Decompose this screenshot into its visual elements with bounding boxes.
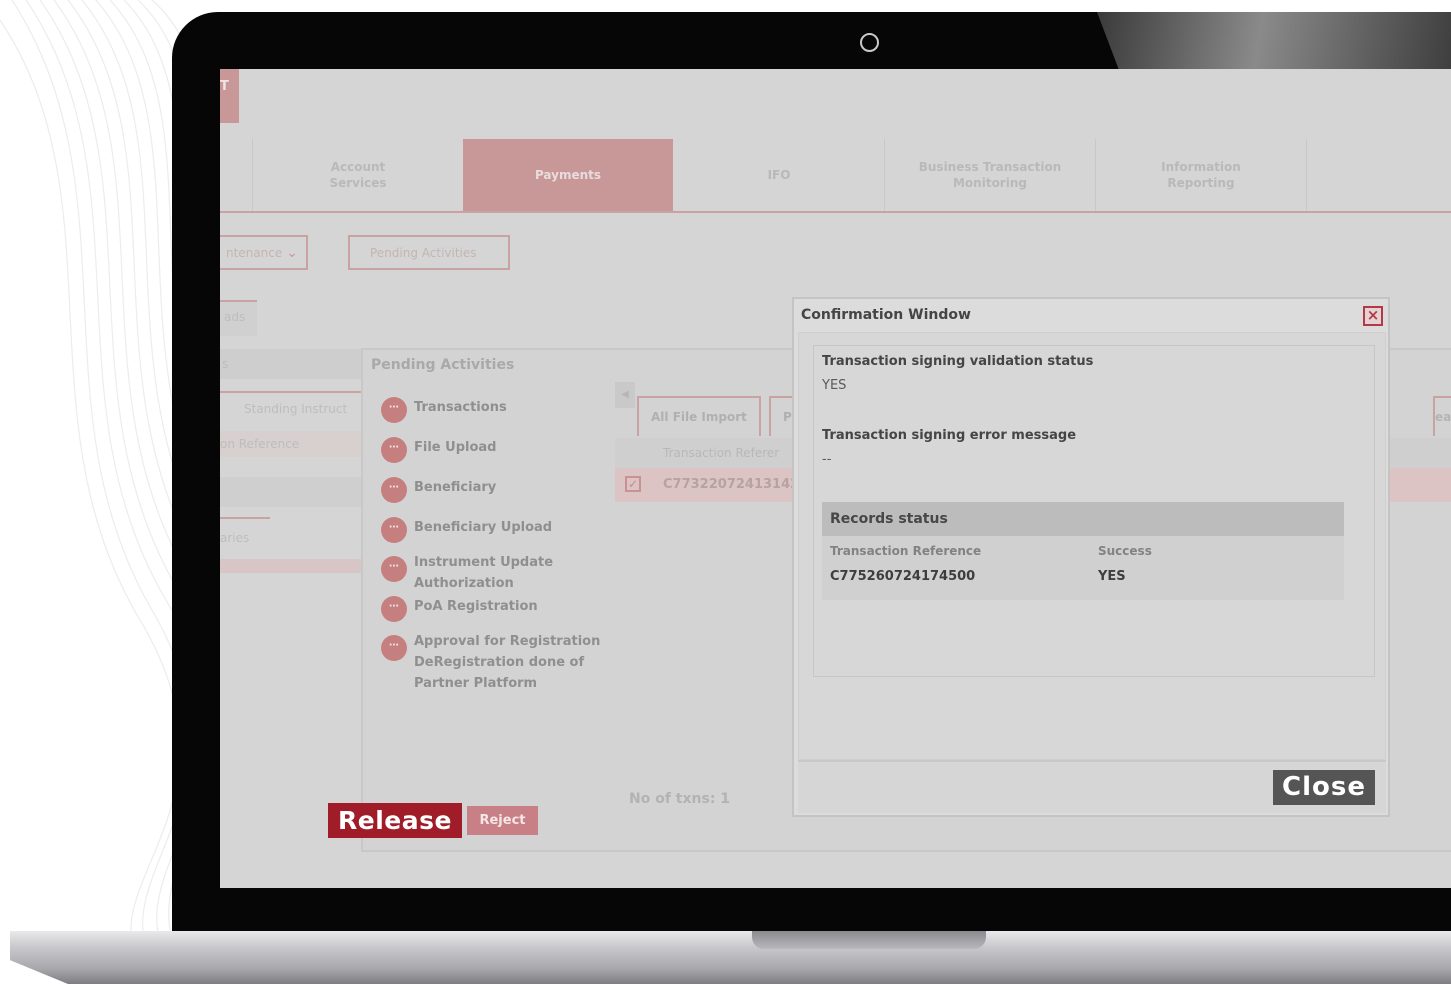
chevron-down-icon: ⌄ [286, 244, 298, 261]
close-button[interactable]: Close [1273, 770, 1375, 805]
records-status-title: Records status [822, 502, 1344, 536]
dialog-footer: Close [798, 760, 1386, 813]
chat-bubble-icon: ⋯ [381, 397, 407, 423]
chat-bubble-icon: ⋯ [381, 517, 407, 543]
pa-item-label: File Upload [414, 440, 497, 455]
nav-separator [1306, 139, 1307, 211]
pa-item-label: Approval for Registration DeRegistration… [414, 634, 601, 691]
signing-status-value: YES [822, 378, 847, 393]
pa-item-file-upload[interactable]: ⋯ File Upload [381, 437, 604, 463]
nav-information-reporting[interactable]: Information Reporting [1096, 139, 1306, 211]
nav-payments[interactable]: Payments [463, 139, 673, 211]
row-transaction-ref: C77322072413142 [663, 477, 800, 492]
tab-beneficiaries[interactable]: aries [220, 517, 270, 555]
pa-item-beneficiary-upload[interactable]: ⋯ Beneficiary Upload [381, 517, 604, 543]
chat-bubble-icon: ⋯ [381, 635, 407, 661]
dialog-body: Transaction signing validation status YE… [798, 332, 1386, 760]
app-screen: T Account Services Payments IFO Business… [220, 69, 1451, 888]
left-row [220, 477, 361, 507]
checkbox-checked-icon[interactable]: ✓ [625, 476, 641, 492]
pa-item-label: Instrument Update Authorization [414, 555, 554, 591]
pa-item-label: Beneficiary Upload [414, 520, 553, 535]
pa-item-label: Transactions [414, 400, 507, 415]
column-success: Success [1098, 544, 1152, 558]
nav-business-transaction-monitoring[interactable]: Business Transaction Monitoring [885, 139, 1095, 211]
screen-glare [1097, 12, 1451, 69]
pending-activities-list: ⋯ Transactions ⋯ File Upload ⋯ Beneficia… [369, 382, 615, 794]
signing-error-label: Transaction signing error message [822, 428, 1077, 443]
chat-bubble-icon: ⋯ [381, 477, 407, 503]
column-reference-fragment: on Reference [220, 431, 361, 457]
dialog-title: Confirmation Window [801, 307, 971, 323]
maintenance-dropdown[interactable]: ntenance ⌄ [220, 235, 308, 270]
brand-logo: T [220, 69, 239, 123]
release-button[interactable]: Release [328, 803, 462, 838]
nav-account-services[interactable]: Account Services [253, 139, 463, 211]
pa-item-beneficiary[interactable]: ⋯ Beneficiary [381, 477, 604, 503]
pa-item-poa-registration[interactable]: ⋯ PoA Registration [381, 596, 604, 622]
record-success: YES [1098, 569, 1126, 584]
record-transaction-ref: C775260724174500 [830, 569, 976, 584]
chat-bubble-icon: ⋯ [381, 556, 407, 582]
top-navigation: Account Services Payments IFO Business T… [220, 139, 1451, 213]
pending-activities-button[interactable]: Pending Activities [348, 235, 510, 270]
close-icon[interactable]: × [1363, 306, 1383, 326]
collapse-panel-handle[interactable]: ◀ [615, 382, 635, 408]
pending-activities-label: Pending Activities [370, 245, 477, 260]
dialog-content: Transaction signing validation status YE… [813, 345, 1375, 677]
signing-error-value: -- [822, 452, 832, 467]
signing-status-label: Transaction signing validation status [822, 354, 1094, 369]
laptop-base [10, 931, 1451, 984]
column-transaction-reference: Transaction Reference [830, 544, 982, 558]
pa-item-approval-registration[interactable]: ⋯ Approval for Registration DeRegistrati… [381, 631, 604, 694]
laptop-notch [752, 931, 986, 949]
chat-bubble-icon: ⋯ [381, 596, 407, 622]
pending-activities-title: Pending Activities [371, 357, 515, 373]
tab-uploads[interactable]: ads [220, 300, 257, 336]
nav-ifo[interactable]: IFO [674, 139, 884, 211]
tab-all-file-import[interactable]: All File Import [637, 396, 761, 436]
pa-item-transactions[interactable]: ⋯ Transactions [381, 397, 604, 423]
pa-item-instrument-update[interactable]: ⋯ Instrument Update Authorization [381, 552, 574, 594]
pa-item-label: Beneficiary [414, 480, 497, 495]
tab-release-fragment[interactable]: ease [1433, 396, 1451, 436]
txn-count: No of txns: 1 [629, 791, 731, 807]
camera-icon [860, 33, 879, 52]
chat-bubble-icon: ⋯ [381, 437, 407, 463]
left-section-header: s [220, 349, 361, 379]
confirmation-dialog: Confirmation Window × Transaction signin… [792, 297, 1390, 817]
left-row-highlight [220, 559, 361, 573]
records-status-table: Records status Transaction Reference Suc… [822, 502, 1344, 600]
maintenance-label: ntenance [226, 245, 283, 260]
reject-button[interactable]: Reject [467, 806, 538, 835]
tab-standing-instructions[interactable]: Standing Instruct [220, 391, 361, 425]
pa-item-label: PoA Registration [414, 599, 538, 614]
